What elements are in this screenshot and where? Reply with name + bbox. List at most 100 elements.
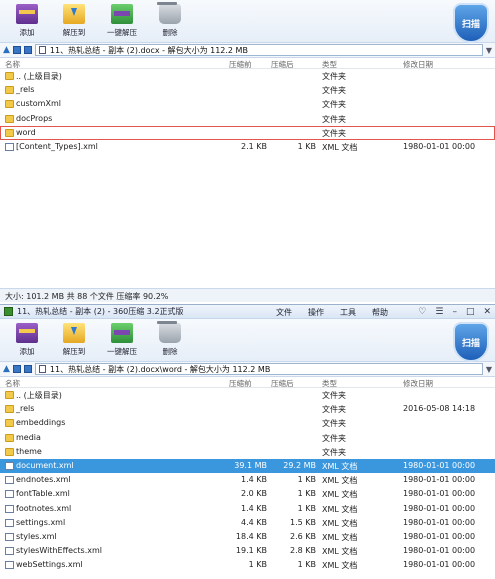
window-title: 11、热轧总结 - 副本 (2) - 360压缩 3.2正式版 [17,307,184,316]
folder-icon [5,433,14,442]
file-modified: 1980-01-01 00:00 [403,489,476,499]
delete-label: 删除 [162,347,178,356]
file-type: 文件夹 [322,100,346,110]
delete-button[interactable]: 删除 [147,321,193,357]
file-modified: 1980-01-01 00:00 [403,141,476,151]
file-row[interactable]: footnotes.xml 1.4 KB 1 KB XML 文档 1980-01-01 … [0,502,495,516]
trash-icon [157,2,181,24]
scan-label: 扫描 [461,19,480,30]
file-size: 1.4 KB [241,475,267,485]
extract-to-button[interactable]: 解压到 [51,323,97,357]
view-list-icon[interactable] [23,365,32,373]
file-row[interactable]: endnotes.xml 1.4 KB 1 KB XML 文档 1980-01-01 0… [0,473,495,487]
column-header: 名称 压缩前 压缩后 类型 修改日期 [0,58,495,69]
file-type: XML 文档 [322,476,358,486]
folder-icon [5,405,14,414]
extract-to-button[interactable]: 解压到 [51,4,97,38]
folder-row[interactable]: .. (上级目录) 文件夹 [0,69,495,83]
window-controls: ♡ ☰ – □ ✕ [418,305,491,319]
folder-row[interactable]: _rels 文件夹 2016-05-08 14:18 [0,402,495,416]
add-button[interactable]: 添加 [4,4,50,38]
one-click-extract-button[interactable]: 一键解压 [99,4,145,38]
scan-button[interactable]: 扫描 [453,322,489,362]
file-type: 文件夹 [322,405,346,415]
file-type: XML 文档 [322,532,358,542]
folder-icon [5,391,14,399]
file-row[interactable]: settings.xml 4.4 KB 1.5 KB XML 文档 1980-01-01… [0,516,495,530]
file-name: _rels [16,85,35,95]
status-bar: 大小: 101.2 MB 共 88 个文件 压缩率 90.2% [0,288,495,302]
file-row[interactable]: styles.xml 18.4 KB 2.6 KB XML 文档 1980-01-01 … [0,530,495,544]
xml-file-icon [5,461,14,470]
file-name: stylesWithEffects.xml [16,546,102,556]
chevron-down-icon[interactable]: ▼ [486,365,492,374]
file-row[interactable]: fontTable.xml 2.0 KB 1 KB XML 文档 1980-01-01 … [0,487,495,501]
file-modified: 1980-01-01 00:00 [403,531,476,541]
path-field[interactable]: 11、热轧总结 - 副本 (2).docx - 解包大小为 112.2 MB [34,44,483,56]
file-modified: 1980-01-01 00:00 [403,546,476,556]
file-row[interactable]: stylesWithEffects.xml 19.1 KB 2.8 KB XML 文档… [0,544,495,558]
folder-row[interactable]: word 文件夹 [0,125,495,140]
file-size: 1 KB [248,560,267,570]
file-name: _rels [16,404,35,414]
file-type: 文件夹 [322,433,346,443]
menu-help[interactable]: 帮助 [372,307,388,318]
close-icon[interactable]: ✕ [483,307,491,317]
path-text: 11、热轧总结 - 副本 (2).docx - 解包大小为 112.2 MB [49,45,248,55]
xml-file-icon [5,476,14,485]
file-name: word [16,127,36,137]
delete-label: 删除 [162,28,178,37]
path-field[interactable]: 11、热轧总结 - 副本 (2).docx\word - 解包大小为 112.2… [34,363,483,375]
extract-to-label: 解压到 [62,28,86,37]
delete-button[interactable]: 删除 [147,2,193,38]
shield-icon: 扫描 [453,3,489,43]
one-click-extract-button[interactable]: 一键解压 [99,323,145,357]
menu-tools[interactable]: 工具 [340,307,356,318]
folder-row[interactable]: .. (上级目录) 文件夹 [0,388,495,402]
path-text: 11、热轧总结 - 副本 (2).docx\word - 解包大小为 112.2… [49,364,271,374]
address-bar: ▲ 11、热轧总结 - 副本 (2).docx - 解包大小为 112.2 MB… [0,43,495,58]
up-arrow-icon[interactable]: ▲ [3,45,10,55]
file-name: media [16,432,41,442]
file-size: 18.4 KB [235,531,267,541]
menu-operations[interactable]: 操作 [308,307,324,318]
add-button[interactable]: 添加 [4,323,50,357]
scan-button[interactable]: 扫描 [453,3,489,43]
file-name: fontTable.xml [16,489,70,499]
folder-row[interactable]: _rels 文件夹 [0,83,495,97]
archive-window-word: 11、热轧总结 - 副本 (2) - 360压缩 3.2正式版 文件 操作 工具… [0,304,495,579]
menu-bar: 文件 操作 工具 帮助 [276,305,404,319]
skin-icon[interactable]: ♡ [418,307,426,317]
file-name: theme [16,446,42,456]
up-arrow-icon[interactable]: ▲ [3,364,10,374]
maximize-icon[interactable]: □ [466,307,475,317]
one-click-extract-label: 一键解压 [107,28,137,37]
folder-row[interactable]: embeddings 文件夹 [0,416,495,430]
view-list-icon[interactable] [23,46,32,54]
folder-row[interactable]: theme 文件夹 [0,445,495,459]
extract-to-label: 解压到 [62,347,86,356]
file-size: 2.0 KB [241,489,267,499]
file-name: settings.xml [16,517,66,527]
minimize-icon[interactable]: – [452,307,457,317]
menu-file[interactable]: 文件 [276,307,292,318]
file-row[interactable]: webSettings.xml 1 KB 1 KB XML 文档 1980-01-01 … [0,558,495,572]
file-row[interactable]: [Content_Types].xml 2.1 KB 1 KB XML 文档 1980-… [0,140,495,154]
chevron-down-icon[interactable]: ▼ [486,46,492,55]
file-name: embeddings [16,418,66,428]
folder-row[interactable]: docProps 文件夹 [0,112,495,126]
file-row[interactable]: document.xml 39.1 MB 29.2 MB XML 文档 1980-01-… [0,458,495,474]
file-name: .. (上级目录) [16,391,62,400]
file-modified: 1980-01-01 00:00 [403,475,476,485]
trash-icon [157,321,181,343]
folder-icon [5,72,14,80]
view-details-icon[interactable] [12,365,21,373]
folder-row[interactable]: customXml 文件夹 [0,97,495,111]
file-type: 文件夹 [322,114,346,124]
view-details-icon[interactable] [12,46,21,54]
menu-icon[interactable]: ☰ [435,307,443,317]
folder-row[interactable]: media 文件夹 [0,431,495,445]
file-type: 文件夹 [322,72,346,81]
extract-folder-icon [63,4,85,24]
file-type: 文件夹 [322,447,346,457]
